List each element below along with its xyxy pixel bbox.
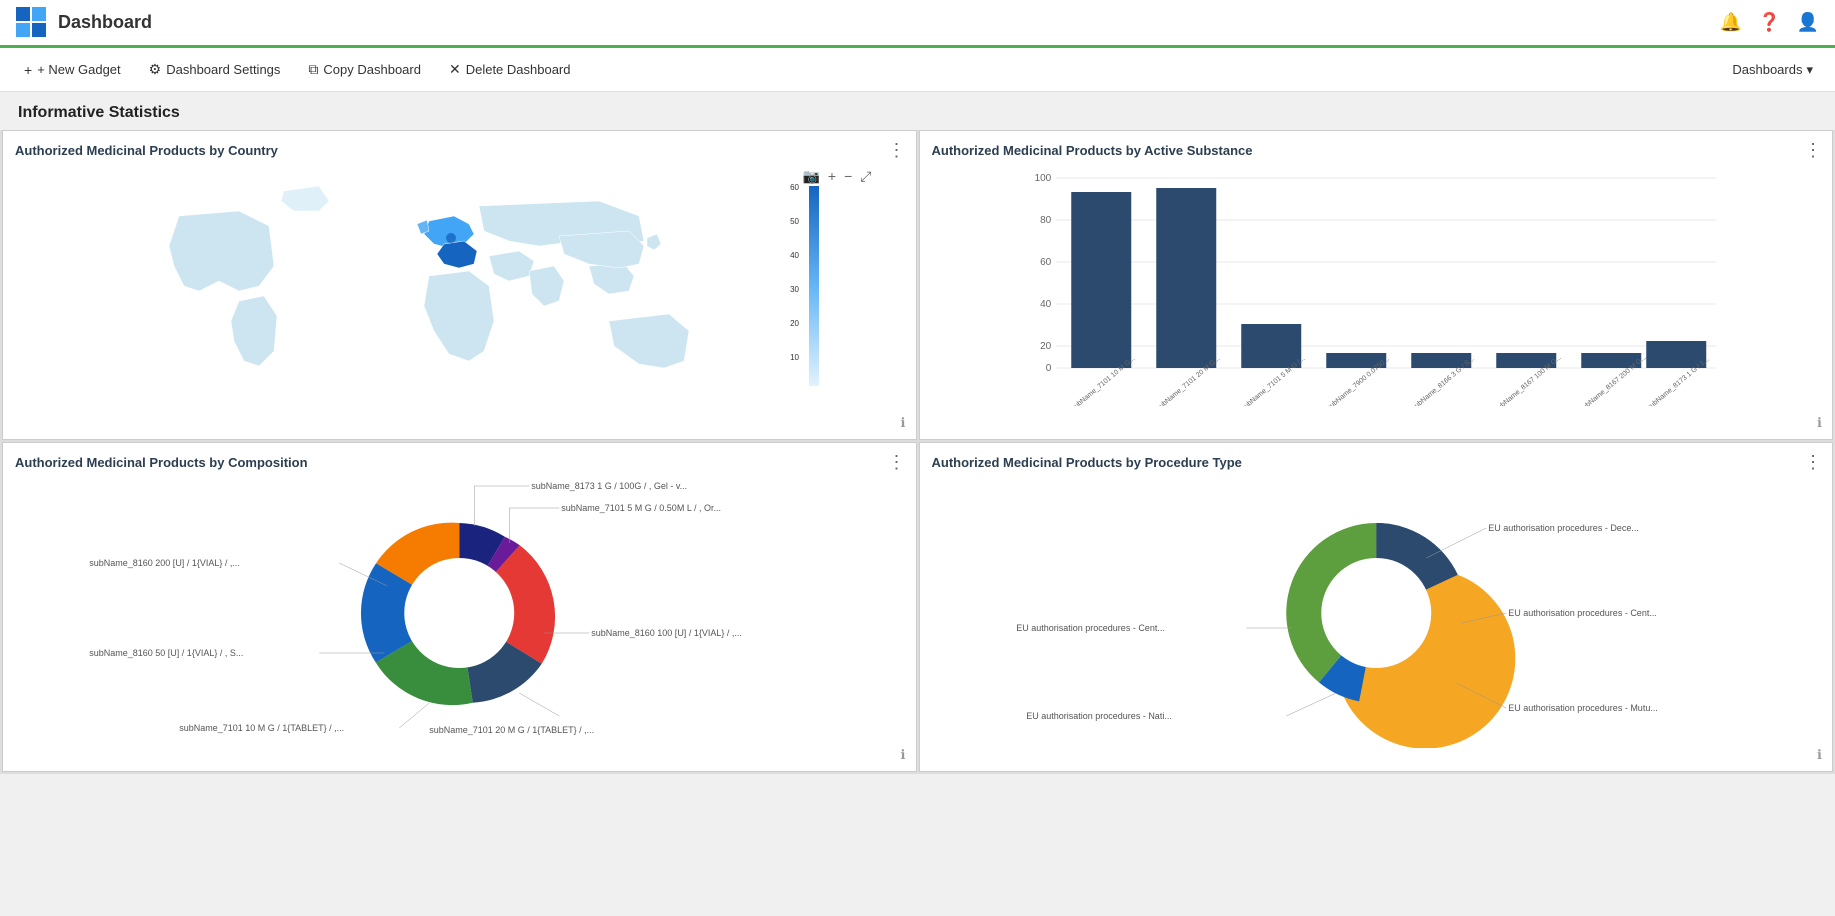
chevron-down-icon: ▾ — [1806, 62, 1813, 78]
help-icon[interactable]: ❓ — [1758, 12, 1780, 33]
map-widget: Authorized Medicinal Products by Country… — [2, 130, 917, 440]
map-controls: 📷 + − ⤢ — [800, 166, 873, 187]
svg-text:60: 60 — [790, 183, 799, 192]
svg-text:EU authorisation procedures -: EU authorisation procedures - Nati... — [1026, 711, 1172, 721]
svg-text:subName_8160 100 [U] / 1{VIAL}: subName_8160 100 [U] / 1{VIAL} / ,... — [591, 628, 742, 638]
world-map: 60 50 40 30 20 10 — [99, 176, 819, 396]
svg-text:subName_8160 200 [U] / 1{VIAL}: subName_8160 200 [U] / 1{VIAL} / ,... — [89, 558, 240, 568]
svg-text:subName_7101 20 M G / 1{TABLET: subName_7101 20 M G / 1{TABLET} / ,... — [429, 725, 594, 735]
header-icons: 🔔 ❓ 👤 — [1720, 12, 1819, 33]
map-widget-menu-button[interactable]: ⋮ — [888, 141, 906, 159]
svg-text:EU authorisation procedures -: EU authorisation procedures - Cent... — [1016, 623, 1165, 633]
svg-text:20: 20 — [1040, 341, 1052, 352]
svg-text:10: 10 — [790, 353, 799, 362]
app-title: Dashboard — [58, 12, 152, 33]
user-icon[interactable]: 👤 — [1797, 12, 1819, 33]
dashboard-settings-label: Dashboard Settings — [166, 62, 280, 77]
svg-text:EU authorisation procedures -: EU authorisation procedures - Mutu... — [1508, 703, 1658, 713]
svg-text:subName_8173 1 G / 100G / , Ge: subName_8173 1 G / 100G / , Gel - v... — [531, 481, 687, 491]
composition-donut-svg: subName_8173 1 G / 100G / , Gel - v... s… — [15, 468, 904, 748]
svg-text:subName_8160 50 [U] / 1{VIAL}: subName_8160 50 [U] / 1{VIAL} / , S... — [89, 648, 243, 658]
svg-text:100: 100 — [1034, 173, 1051, 184]
delete-dashboard-button[interactable]: ✕ Delete Dashboard — [437, 55, 583, 84]
new-gadget-button[interactable]: + + New Gadget — [12, 56, 133, 84]
procedure-info-button[interactable]: ℹ — [1817, 747, 1822, 763]
fullscreen-icon[interactable]: ⤢ — [858, 166, 873, 187]
map-info-button[interactable]: ℹ — [901, 415, 906, 431]
delete-dashboard-label: Delete Dashboard — [466, 62, 571, 77]
procedure-donut-svg: EU authorisation procedures - Dece... EU… — [932, 468, 1821, 748]
svg-text:50: 50 — [790, 217, 799, 226]
map-widget-title: Authorized Medicinal Products by Country — [15, 143, 904, 158]
svg-text:60: 60 — [1040, 257, 1052, 268]
svg-text:EU authorisation procedures -: EU authorisation procedures - Cent... — [1508, 608, 1657, 618]
copy-dashboard-button[interactable]: ⧉ Copy Dashboard — [296, 55, 433, 84]
header: Dashboard 🔔 ❓ 👤 — [0, 0, 1835, 48]
zoom-out-icon[interactable]: − — [842, 166, 854, 187]
page-title: Informative Statistics — [18, 104, 1817, 122]
bar-chart-menu-button[interactable]: ⋮ — [1804, 141, 1822, 159]
camera-icon[interactable]: 📷 — [800, 166, 821, 187]
settings-icon: ⚙ — [149, 61, 162, 78]
copy-icon: ⧉ — [308, 61, 318, 78]
zoom-in-icon[interactable]: + — [826, 166, 838, 187]
composition-info-button[interactable]: ℹ — [901, 747, 906, 763]
logo-icon — [16, 7, 48, 39]
dashboards-menu[interactable]: Dashboards ▾ — [1722, 56, 1823, 84]
bar-chart: 100 80 60 40 20 0 — [932, 166, 1821, 406]
procedure-widget: Authorized Medicinal Products by Procedu… — [919, 442, 1834, 772]
map-container: 📷 + − ⤢ — [15, 166, 904, 406]
svg-text:EU authorisation procedures -: EU authorisation procedures - Dece... — [1488, 523, 1639, 533]
svg-text:80: 80 — [1040, 215, 1052, 226]
svg-text:40: 40 — [1040, 299, 1052, 310]
bar-chart-title: Authorized Medicinal Products by Active … — [932, 143, 1821, 158]
page-title-bar: Informative Statistics — [0, 92, 1835, 130]
dashboards-label: Dashboards — [1732, 62, 1802, 77]
logo: Dashboard — [16, 7, 152, 39]
composition-donut-container: subName_8173 1 G / 100G / , Gel - v... s… — [15, 478, 904, 738]
composition-widget: Authorized Medicinal Products by Composi… — [2, 442, 917, 772]
toolbar: + + New Gadget ⚙ Dashboard Settings ⧉ Co… — [0, 48, 1835, 92]
svg-text:subName_7101 5 M G / 0.50M L /: subName_7101 5 M G / 0.50M L / , Or... — [561, 503, 721, 513]
dashboard-settings-button[interactable]: ⚙ Dashboard Settings — [137, 55, 293, 84]
svg-text:30: 30 — [790, 285, 799, 294]
bar-chart-info-button[interactable]: ℹ — [1817, 415, 1822, 431]
svg-text:20: 20 — [790, 319, 799, 328]
plus-icon: + — [24, 62, 32, 78]
delete-icon: ✕ — [449, 61, 461, 78]
svg-text:40: 40 — [790, 251, 799, 260]
bell-icon[interactable]: 🔔 — [1720, 12, 1742, 33]
dashboard-grid: Authorized Medicinal Products by Country… — [0, 130, 1835, 774]
bar-chart-widget: Authorized Medicinal Products by Active … — [919, 130, 1834, 440]
new-gadget-label: + New Gadget — [37, 62, 120, 77]
bar-chart-svg: 100 80 60 40 20 0 — [932, 166, 1821, 406]
svg-text:0: 0 — [1045, 363, 1051, 374]
procedure-donut-container: EU authorisation procedures - Dece... EU… — [932, 478, 1821, 738]
copy-dashboard-label: Copy Dashboard — [323, 62, 421, 77]
svg-text:subName_7101 10 M G / 1{TABLET: subName_7101 10 M G / 1{TABLET} / ,... — [179, 723, 344, 733]
